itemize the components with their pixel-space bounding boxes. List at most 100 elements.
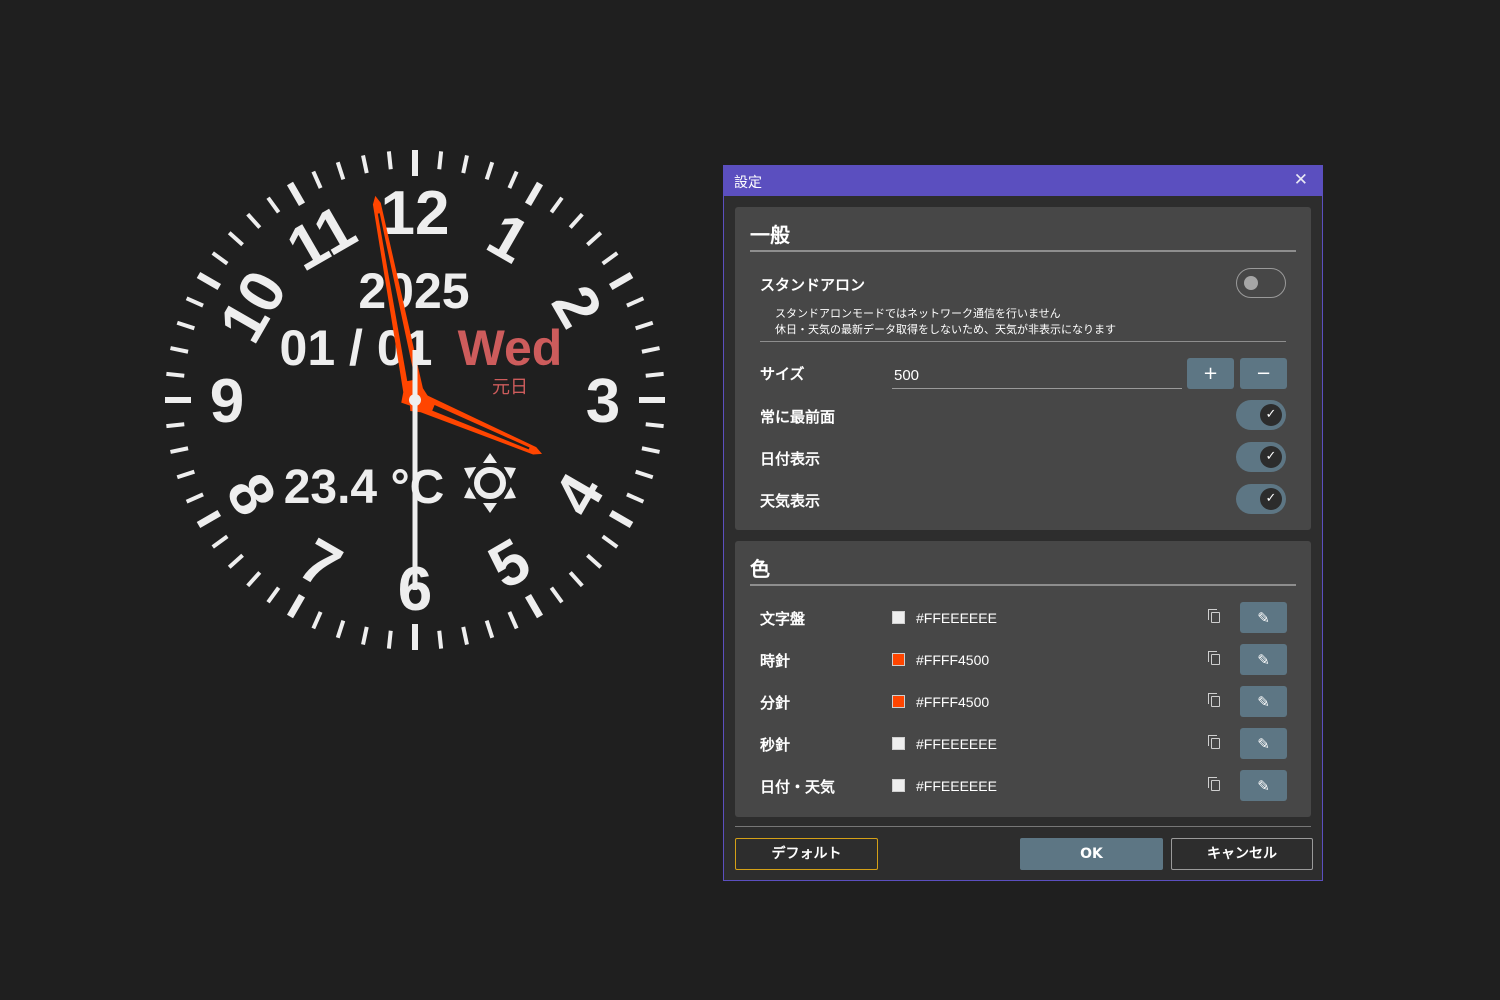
hour-tick	[524, 593, 544, 619]
default-button[interactable]: デフォルト	[735, 838, 878, 870]
color-swatch	[892, 653, 905, 666]
minute-tick	[549, 586, 564, 604]
minute-tick	[437, 630, 444, 649]
minute-hand	[409, 388, 543, 455]
hour-tick	[286, 181, 306, 207]
divider	[750, 584, 1296, 586]
clock-temperature: 23.4 °C	[284, 461, 445, 514]
minute-tick	[635, 320, 654, 331]
check-icon: ✓	[1260, 446, 1282, 468]
colors-section: 色 文字盤 #FFEEEEEE ✎ 時針 #FFFF4500 ✎ 分針 #FFF…	[735, 541, 1311, 817]
copy-icon[interactable]	[1208, 735, 1222, 751]
minute-tick	[185, 492, 204, 504]
pencil-icon: ✎	[1257, 777, 1270, 795]
divider	[760, 341, 1286, 342]
color-swatch	[892, 695, 905, 708]
minute-tick	[635, 469, 654, 480]
color-swatch	[892, 779, 905, 792]
hour-tick	[608, 509, 634, 529]
ok-button[interactable]: OK	[1020, 838, 1163, 870]
edit-color-button[interactable]: ✎	[1240, 686, 1287, 717]
dialog-titlebar[interactable]: 設定 ✕	[724, 166, 1322, 196]
minute-tick	[549, 196, 564, 214]
toggle-knob	[1244, 276, 1258, 290]
minute-tick	[311, 170, 323, 189]
minute-tick	[246, 571, 262, 588]
hour-tick	[524, 181, 544, 207]
clock-holiday: 元日	[492, 377, 528, 398]
date-display-toggle[interactable]: ✓	[1236, 442, 1286, 472]
weather-display-toggle[interactable]: ✓	[1236, 484, 1286, 514]
clock-numeral-1: 1	[476, 200, 540, 277]
close-icon[interactable]: ✕	[1294, 170, 1308, 190]
color-row-label: 時針	[760, 652, 791, 670]
minute-tick	[461, 626, 469, 645]
check-icon: ✓	[1260, 404, 1282, 426]
minute-tick	[386, 630, 393, 649]
minute-tick	[645, 371, 664, 378]
color-swatch	[892, 737, 905, 750]
hour-tick	[412, 624, 418, 650]
minute-tick	[335, 620, 346, 639]
minute-tick	[437, 151, 444, 170]
edit-color-button[interactable]: ✎	[1240, 770, 1287, 801]
colors-heading: 色	[750, 557, 770, 581]
topmost-toggle[interactable]: ✓	[1236, 400, 1286, 430]
edit-color-button[interactable]: ✎	[1240, 644, 1287, 675]
general-section: 一般 スタンドアロン スタンドアロンモードではネットワーク通信を行いません 休日…	[735, 207, 1311, 530]
minute-tick	[586, 553, 603, 569]
standalone-toggle[interactable]	[1236, 268, 1286, 298]
copy-icon[interactable]	[1208, 609, 1222, 625]
size-label: サイズ	[760, 365, 805, 383]
sun-icon	[464, 453, 516, 513]
minute-tick	[211, 251, 229, 266]
size-decrease-button[interactable]: −	[1240, 358, 1287, 389]
pencil-icon: ✎	[1257, 735, 1270, 753]
size-increase-button[interactable]: +	[1187, 358, 1234, 389]
hour-tick	[608, 271, 634, 291]
minute-tick	[266, 196, 281, 214]
minute-tick	[176, 469, 195, 480]
copy-icon[interactable]	[1208, 693, 1222, 709]
minute-tick	[211, 534, 229, 549]
minute-tick	[266, 586, 281, 604]
minute-tick	[170, 346, 189, 354]
hour-tick	[286, 593, 306, 619]
color-swatch	[892, 611, 905, 624]
general-heading: 一般	[750, 223, 790, 247]
minute-tick	[568, 212, 584, 229]
minute-tick	[166, 422, 185, 429]
minute-tick	[641, 346, 660, 354]
minute-tick	[568, 571, 584, 588]
color-hex-value: #FFEEEEEE	[916, 736, 997, 752]
minute-tick	[227, 553, 244, 569]
clock-year: 2025	[358, 263, 469, 319]
clock-numeral-4: 4	[541, 462, 618, 527]
color-hex-value: #FFEEEEEE	[916, 610, 997, 626]
cancel-button[interactable]: キャンセル	[1171, 838, 1313, 870]
minute-tick	[507, 170, 519, 189]
copy-icon[interactable]	[1208, 777, 1222, 793]
hour-tick	[165, 397, 191, 403]
copy-icon[interactable]	[1208, 651, 1222, 667]
minute-tick	[461, 155, 469, 174]
analog-clock: 121234567891011 2025 01 / 01 Wed 元日 23.4…	[165, 150, 665, 650]
clock-numeral-5: 5	[478, 526, 542, 603]
minute-tick	[170, 446, 189, 454]
minute-tick	[166, 371, 185, 378]
settings-dialog: 設定 ✕ 一般 スタンドアロン スタンドアロンモードではネットワーク通信を行いま…	[723, 165, 1323, 881]
weather-display-label: 天気表示	[760, 492, 821, 510]
minute-tick	[626, 296, 645, 308]
minute-tick	[185, 296, 204, 308]
clock-center	[409, 394, 421, 406]
minute-tick	[386, 151, 393, 170]
color-hex-value: #FFFF4500	[916, 694, 990, 710]
minute-tick	[507, 611, 519, 630]
size-input[interactable]	[892, 363, 1182, 389]
color-row-label: 文字盤	[760, 610, 806, 628]
edit-color-button[interactable]: ✎	[1240, 728, 1287, 759]
edit-color-button[interactable]: ✎	[1240, 602, 1287, 633]
minute-tick	[645, 422, 664, 429]
pencil-icon: ✎	[1257, 609, 1270, 627]
minute-tick	[176, 320, 195, 331]
